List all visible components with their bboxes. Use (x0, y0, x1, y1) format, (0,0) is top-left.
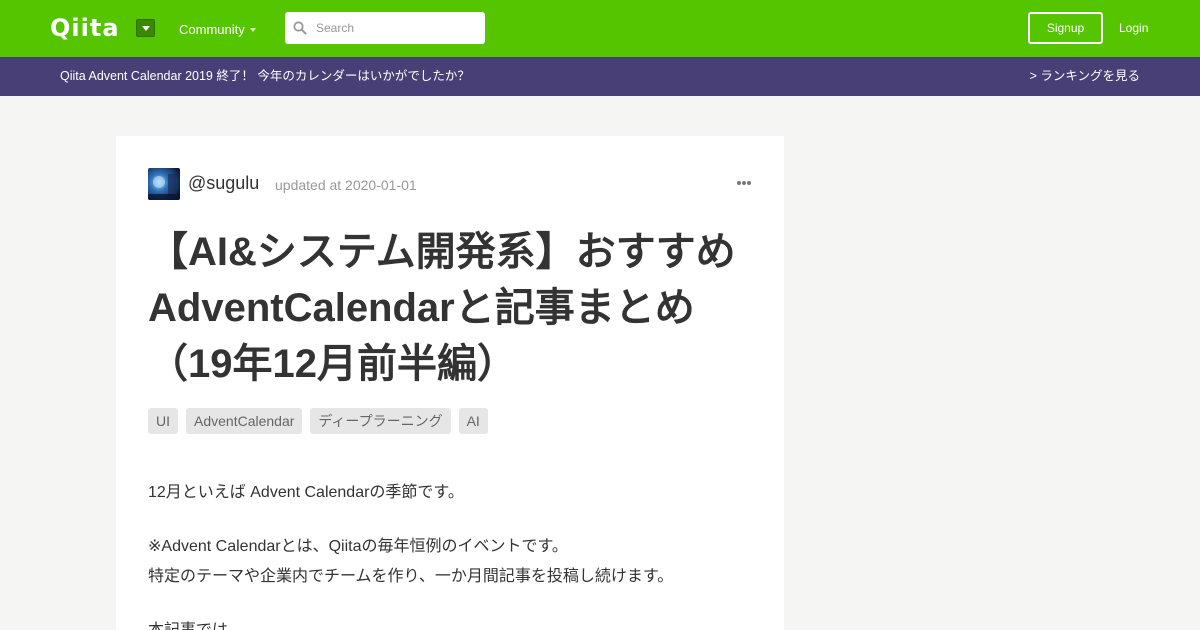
article-paragraph: ※Advent Calendarとは、Qiitaの毎年恒例のイベントです。 (148, 538, 568, 555)
announcement-banner: Qiita Advent Calendar 2019 終了！ 今年のカレンダーは… (0, 57, 1200, 96)
article-paragraph: 特定のテーマや企業内でチームを作り、一か月間記事を投稿し続けます。 (148, 568, 674, 585)
banner-text[interactable]: Qiita Advent Calendar 2019 終了！ 今年のカレンダーは… (60, 68, 470, 85)
search-input[interactable] (285, 12, 485, 44)
chevron-down-icon[interactable] (250, 28, 256, 32)
tag-list: UI AdventCalendar ディープラーニング AI (148, 408, 488, 434)
ranking-link[interactable]: > ランキングを見る (1030, 68, 1140, 85)
author-username[interactable]: @sugulu (188, 172, 259, 194)
top-navbar: Qiita Community Signup Login (0, 0, 1200, 57)
article-paragraph: 本記事では (148, 620, 768, 630)
tag-ui[interactable]: UI (148, 408, 178, 434)
community-menu[interactable]: Community (179, 21, 245, 38)
more-options-icon[interactable] (736, 180, 752, 186)
tag-ai[interactable]: AI (458, 408, 488, 434)
signup-button[interactable]: Signup (1028, 12, 1103, 44)
updated-date: updated at 2020-01-01 (275, 177, 417, 193)
search-icon (293, 21, 307, 35)
article-paragraph: 12月といえば Advent Calendarの季節です。 (148, 484, 464, 501)
avatar[interactable] (148, 168, 180, 200)
qiita-logo[interactable]: Qiita (50, 13, 120, 43)
article-card: @sugulu updated at 2020-01-01 【AI&システム開発… (116, 136, 784, 630)
logo-dropdown-button[interactable] (136, 19, 155, 37)
tag-deep-learning[interactable]: ディープラーニング (310, 408, 451, 434)
article-title: 【AI&システム開発系】おすすめAdventCalendarと記事まとめ（19年… (148, 230, 736, 386)
tag-adventcalendar[interactable]: AdventCalendar (186, 408, 303, 434)
login-link[interactable]: Login (1119, 20, 1148, 36)
